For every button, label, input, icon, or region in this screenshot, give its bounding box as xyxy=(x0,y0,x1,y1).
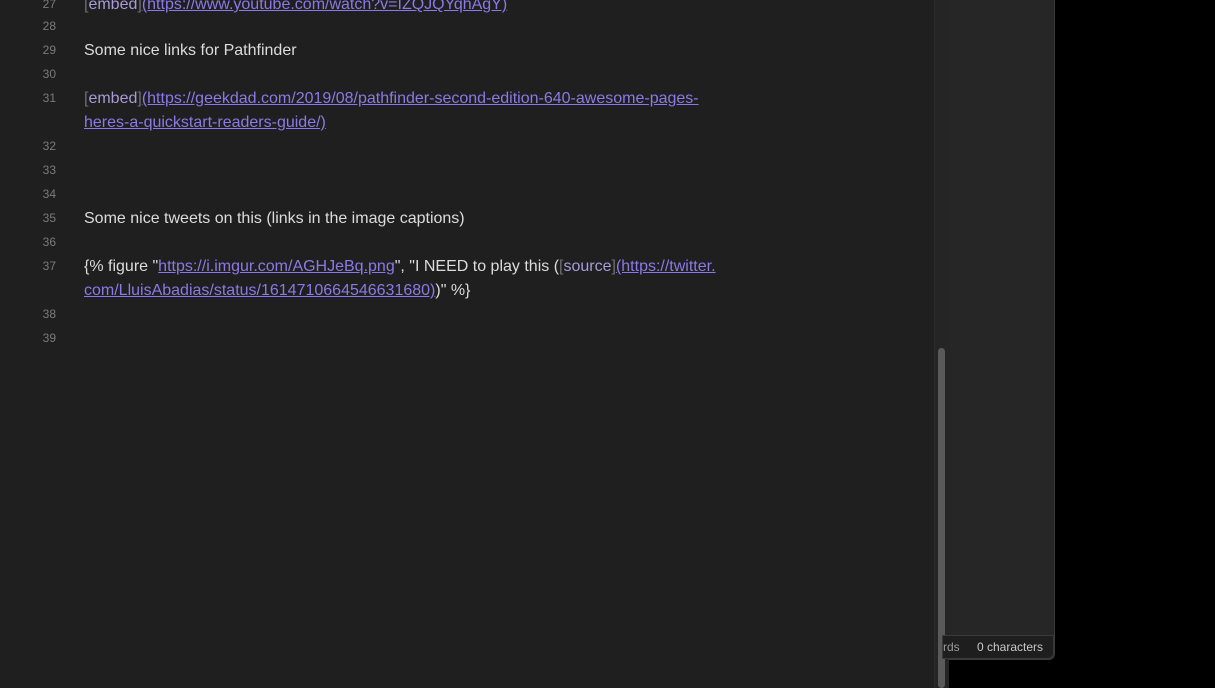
line-number: 36 xyxy=(42,235,56,249)
embed-label: embed xyxy=(88,0,138,13)
line-number: 34 xyxy=(42,187,56,201)
geekdad-link-continued[interactable]: heres-a-quickstart-readers-guide/) xyxy=(84,114,326,131)
line-number: 31 xyxy=(42,91,56,105)
source-label: source xyxy=(563,258,612,275)
editor-line-29[interactable]: Some nice links for Pathfinder xyxy=(84,39,297,63)
editor-line-37-wrap[interactable]: com/LluisAbadias/status/1614710664546631… xyxy=(84,279,470,303)
twitter-link-continued[interactable]: com/LluisAbadias/status/1614710664546631… xyxy=(84,282,435,299)
line-number: 27 xyxy=(42,0,56,11)
line-number: 37 xyxy=(42,259,56,273)
geekdad-link[interactable]: (https://geekdad.com/2019/08/pathfinder-… xyxy=(142,90,699,107)
editor-pane[interactable]: 27 [embed](https://www.youtube.com/watch… xyxy=(0,0,934,688)
editor-line-31-wrap[interactable]: heres-a-quickstart-readers-guide/) xyxy=(84,111,326,135)
figure-prefix: {% figure " xyxy=(84,258,159,275)
editor-line-35[interactable]: Some nice tweets on this (links in the i… xyxy=(84,207,465,231)
editor-line-27[interactable]: [embed](https://www.youtube.com/watch?v=… xyxy=(84,0,507,17)
twitter-link[interactable]: (https://twitter. xyxy=(616,258,716,275)
word-count: rds xyxy=(943,640,960,654)
editor-line-31[interactable]: [embed](https://geekdad.com/2019/08/path… xyxy=(84,87,699,111)
line-number: 38 xyxy=(42,307,56,321)
character-count: 0 characters xyxy=(977,640,1044,654)
imgur-link[interactable]: https://i.imgur.com/AGHJeBq.png xyxy=(158,258,395,275)
editor-line-37[interactable]: {% figure "https://i.imgur.com/AGHJeBq.p… xyxy=(84,255,716,279)
youtube-link[interactable]: (https://www.youtube.com/watch?v=IZQJQYq… xyxy=(142,0,507,13)
line-number: 32 xyxy=(42,139,56,153)
side-panel xyxy=(948,0,1055,660)
figure-caption-text: ", "I NEED to play this ( xyxy=(394,258,560,275)
line-number: 33 xyxy=(42,163,56,177)
embed-label: embed xyxy=(88,90,138,107)
status-bar: rds 0 characters xyxy=(942,635,1054,659)
line-number: 39 xyxy=(42,331,56,345)
figure-suffix: )" %} xyxy=(435,282,471,299)
line-number: 29 xyxy=(42,43,56,57)
line-number: 28 xyxy=(42,19,56,33)
line-number: 30 xyxy=(42,67,56,81)
line-number: 35 xyxy=(42,211,56,225)
